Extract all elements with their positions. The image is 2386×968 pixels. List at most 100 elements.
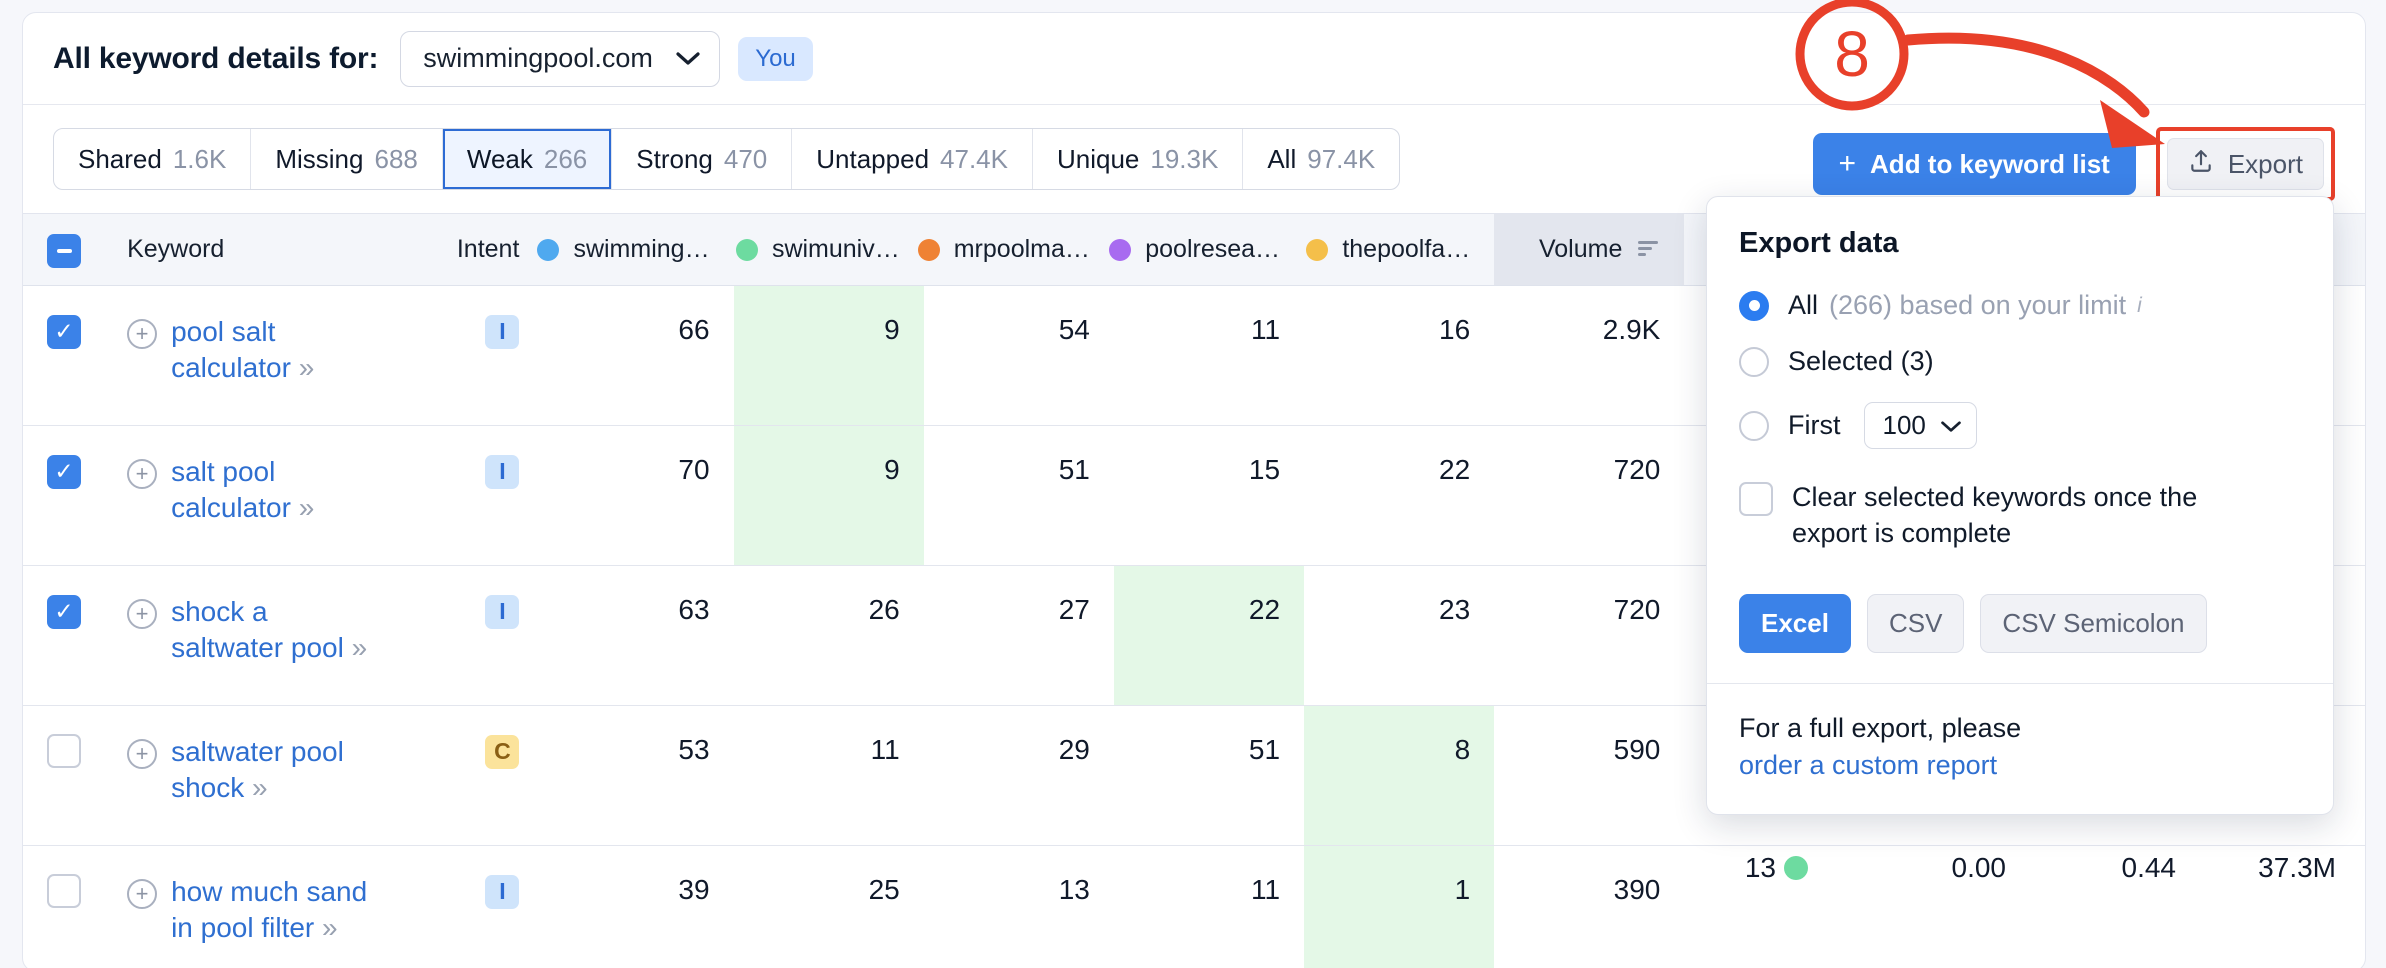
app-root: All keyword details for: swimmingpool.co… (0, 0, 2386, 968)
export-option-selected[interactable]: Selected (3) (1739, 346, 2301, 377)
add-keyword-icon[interactable]: + (127, 599, 158, 629)
radio-first[interactable] (1739, 410, 1769, 441)
row-spacer-cell (1684, 845, 2365, 968)
tab-label: Untapped (816, 143, 930, 174)
upload-icon (2188, 148, 2214, 181)
clear-selected-label: Clear selected keywords once the export … (1792, 482, 2198, 549)
intent-badge: C (485, 734, 520, 769)
tab-all[interactable]: All 97.4K (1243, 129, 1399, 189)
row-domain-1-cell: 66 (543, 285, 734, 426)
row-domain-1-cell: 39 (543, 845, 734, 968)
row-volume-cell: 590 (1494, 705, 1685, 846)
expand-arrows-icon[interactable]: » (299, 352, 314, 383)
row-checkbox[interactable] (47, 454, 81, 489)
row-keyword-cell: + shock a saltwater pool » (103, 565, 404, 706)
radio-all[interactable] (1739, 290, 1769, 321)
column-volume[interactable]: Volume (1494, 213, 1685, 286)
row-checkbox[interactable] (47, 734, 81, 768)
intent-badge: I (485, 874, 520, 909)
tab-weak[interactable]: Weak 266 (442, 129, 613, 189)
row-checkbox[interactable] (47, 594, 81, 629)
column-domain-1[interactable]: swimming… (537, 213, 734, 286)
intent-badge: I (485, 314, 520, 349)
owner-badge: You (738, 36, 813, 81)
row-volume-cell: 2.9K (1494, 285, 1685, 426)
add-keyword-icon[interactable]: + (127, 879, 158, 909)
add-keyword-icon[interactable]: + (127, 739, 158, 769)
export-option-first[interactable]: First 100 (1739, 402, 2301, 449)
info-icon[interactable]: i (2137, 295, 2157, 316)
card-header: All keyword details for: swimmingpool.co… (23, 13, 2365, 105)
expand-arrows-icon[interactable]: » (252, 772, 267, 803)
tab-strong[interactable]: Strong 470 (612, 129, 793, 189)
row-intent-cell: C (403, 705, 544, 846)
option-label-text: First (1788, 410, 1841, 440)
first-count-select[interactable]: 100 (1864, 402, 1977, 449)
add-to-keyword-list-button[interactable]: + Add to keyword list (1812, 133, 2136, 195)
column-domain-5[interactable]: thepoolfa… (1304, 213, 1495, 286)
export-button[interactable]: Export (2166, 138, 2324, 190)
row-domain-2-cell: 9 (733, 285, 924, 426)
tab-untapped[interactable]: Untapped 47.4K (792, 129, 1033, 189)
tab-count: 688 (374, 143, 418, 174)
sort-icon (1636, 235, 1660, 264)
tab-shared[interactable]: Shared 1.6K (54, 129, 252, 189)
add-to-keyword-list-label: Add to keyword list (1870, 148, 2110, 179)
table-row[interactable]: + how much sand in pool filter » I 39 25… (23, 845, 2365, 968)
intent-badge: I (485, 454, 520, 489)
order-custom-report-link[interactable]: order a custom report (1739, 747, 2301, 784)
row-keyword-cell: + how much sand in pool filter » (103, 845, 404, 968)
row-keyword-cell: + saltwater pool shock » (103, 705, 404, 846)
row-domain-2-cell: 11 (733, 705, 924, 846)
radio-selected[interactable] (1739, 346, 1769, 377)
row-domain-1-cell: 70 (543, 425, 734, 566)
page-title: All keyword details for: (53, 41, 379, 75)
row-domain-5-cell: 16 (1304, 285, 1495, 426)
toolbar-actions: + Add to keyword list Export (1812, 127, 2335, 201)
column-volume-label: Volume (1538, 235, 1623, 263)
keyword-link[interactable]: how much sand in pool filter » (171, 874, 379, 946)
tab-count: 19.3K (1150, 143, 1219, 174)
domain-select[interactable]: swimmingpool.com (400, 30, 721, 87)
select-all-checkbox[interactable] (47, 234, 81, 268)
export-option-all[interactable]: All (266) based on your limit i (1739, 290, 2301, 321)
column-domain-1-label: swimming… (573, 235, 710, 263)
add-keyword-icon[interactable]: + (127, 459, 158, 489)
keyword-link[interactable]: salt pool calculator » (171, 454, 379, 526)
add-keyword-icon[interactable]: + (127, 319, 158, 349)
row-checkbox[interactable] (47, 314, 81, 349)
row-domain-5-cell: 1 (1304, 845, 1495, 968)
export-excel-button[interactable]: Excel (1739, 593, 1851, 653)
row-domain-4-cell: 22 (1113, 565, 1305, 706)
row-checkbox[interactable] (47, 874, 81, 908)
keyword-link[interactable]: saltwater pool shock » (171, 734, 379, 806)
first-count-value: 100 (1882, 410, 1926, 440)
row-domain-3-cell: 29 (923, 705, 1114, 846)
keyword-link[interactable]: pool salt calculator » (171, 314, 379, 386)
tab-label: Shared (78, 143, 162, 174)
tab-missing[interactable]: Missing 688 (251, 129, 443, 189)
column-domain-3[interactable]: mrpoolma… (917, 213, 1114, 286)
row-domain-5-cell: 23 (1304, 565, 1495, 706)
row-domain-4-cell: 15 (1113, 425, 1305, 566)
column-intent[interactable]: Intent (403, 213, 544, 286)
column-keyword[interactable]: Keyword (103, 213, 404, 286)
expand-arrows-icon[interactable]: » (352, 632, 367, 663)
column-domain-5-label: thepoolfa… (1342, 235, 1471, 263)
column-domain-4[interactable]: poolresea… (1109, 213, 1305, 286)
export-csv-button[interactable]: CSV (1866, 593, 1965, 653)
column-domain-2[interactable]: swimuniv… (733, 213, 924, 286)
keyword-link[interactable]: shock a saltwater pool » (171, 594, 379, 666)
row-domain-2-cell: 9 (733, 425, 924, 566)
export-option-selected-label: Selected (3) (1788, 346, 1934, 377)
expand-arrows-icon[interactable]: » (322, 912, 337, 943)
export-csv-semicolon-button[interactable]: CSV Semicolon (1980, 593, 2207, 653)
tab-unique[interactable]: Unique 19.3K (1033, 129, 1244, 189)
expand-arrows-icon[interactable]: » (299, 492, 314, 523)
clear-selected-row[interactable]: Clear selected keywords once the export … (1739, 479, 2301, 552)
row-domain-4-cell: 11 (1113, 285, 1305, 426)
clear-selected-checkbox[interactable] (1739, 482, 1773, 516)
column-domain-2-label: swimuniv… (771, 235, 900, 263)
column-domain-3-label: mrpoolma… (953, 235, 1090, 263)
row-select-cell (23, 285, 104, 426)
